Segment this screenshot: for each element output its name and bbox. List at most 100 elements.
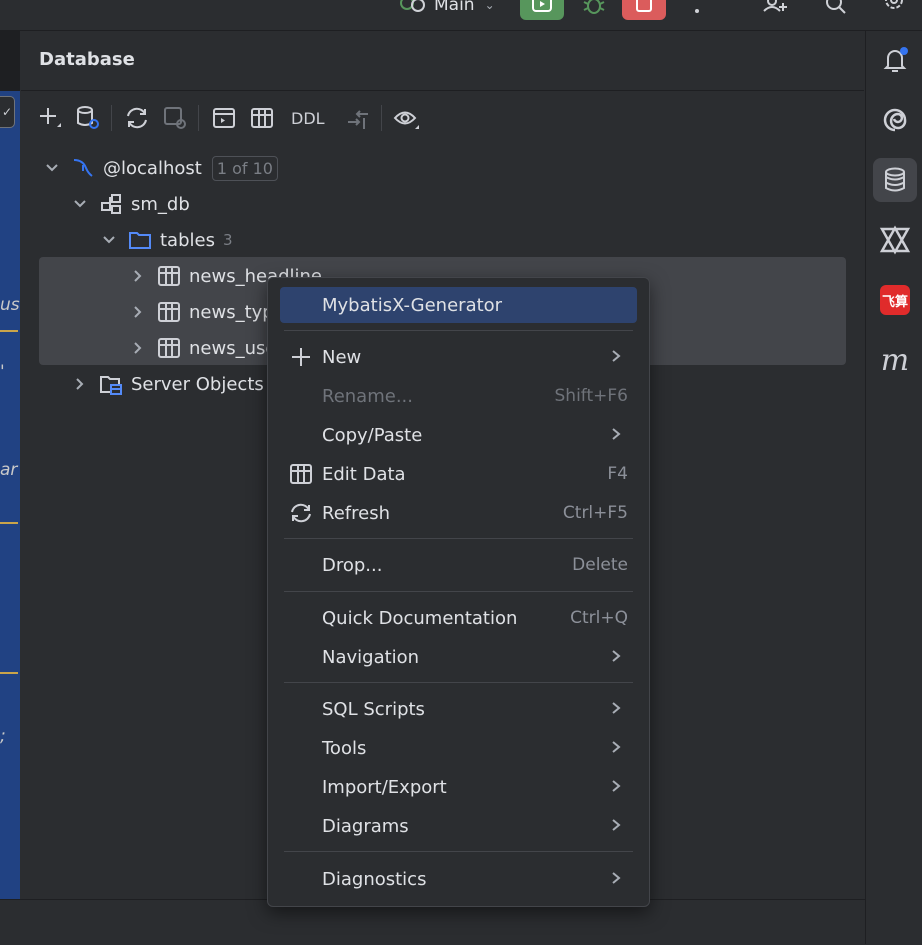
panel-title: Database xyxy=(39,49,135,70)
stop-icon xyxy=(636,0,652,12)
main-toolbar: Main ⌄ xyxy=(0,0,922,31)
chevron-right-icon[interactable] xyxy=(131,305,145,319)
chevron-right-icon xyxy=(611,347,621,368)
plus-icon xyxy=(289,345,313,369)
stop-refresh-button[interactable] xyxy=(160,103,190,133)
settings-button[interactable] xyxy=(880,0,908,20)
server-objects-label: Server Objects xyxy=(131,373,264,395)
folder-icon xyxy=(128,228,152,252)
menu-item-sql-scripts[interactable]: SQL Scripts xyxy=(280,691,637,727)
menu-item-import-export[interactable]: Import/Export xyxy=(280,769,637,805)
table-editor-button[interactable] xyxy=(247,103,277,133)
chevron-down-icon[interactable] xyxy=(73,197,87,211)
run-configuration-selector[interactable]: Main ⌄ xyxy=(398,0,495,18)
tree-node-schema[interactable]: sm_db xyxy=(73,186,190,222)
toolbar-separator xyxy=(380,105,382,131)
menu-item-rename[interactable]: Rename... Shift+F6 xyxy=(280,378,637,414)
query-console-button[interactable] xyxy=(209,103,239,133)
editor-underline xyxy=(0,672,18,674)
chevron-right-icon xyxy=(611,647,621,668)
server-objects-icon xyxy=(99,372,123,396)
maven-tool-button[interactable]: m xyxy=(873,338,917,382)
database-toolbar: DDL xyxy=(35,101,430,135)
spiral-icon xyxy=(883,108,907,132)
chevron-down-icon: ⌄ xyxy=(484,0,495,12)
search-button[interactable] xyxy=(822,0,850,20)
menu-item-shortcut: Ctrl+Q xyxy=(570,608,628,628)
chevron-right-icon xyxy=(611,816,621,837)
tree-node-server-objects[interactable]: Server Objects xyxy=(73,366,264,402)
menu-item-label: Rename... xyxy=(322,385,413,407)
menu-item-edit-data[interactable]: Edit Data F4 xyxy=(280,456,637,492)
menu-item-label: Diagnostics xyxy=(322,868,427,890)
menu-item-new[interactable]: New xyxy=(280,339,637,375)
menu-item-copy-paste[interactable]: Copy/Paste xyxy=(280,417,637,453)
tree-node-tables[interactable]: tables 3 xyxy=(102,222,233,258)
menu-item-quick-documentation[interactable]: Quick Documentation Ctrl+Q xyxy=(280,600,637,636)
plus-icon xyxy=(40,108,61,127)
editor-text-fragment: ; xyxy=(0,726,6,746)
database-icon xyxy=(885,167,905,192)
menu-item-drop[interactable]: Drop... Delete xyxy=(280,547,637,583)
menu-item-label: Navigation xyxy=(322,646,420,668)
chevron-right-icon[interactable] xyxy=(131,341,145,355)
chevron-right-icon xyxy=(611,869,621,890)
refresh-icon xyxy=(127,107,147,129)
toolbar-separator xyxy=(198,105,199,131)
editor-underline xyxy=(0,330,18,332)
editor-check-box[interactable]: ✓ xyxy=(0,96,15,128)
new-button[interactable] xyxy=(35,103,65,133)
menu-item-tools[interactable]: Tools xyxy=(280,730,637,766)
table-icon xyxy=(157,264,181,288)
ai-assistant-button[interactable] xyxy=(873,98,917,142)
menu-item-navigation[interactable]: Navigation xyxy=(280,639,637,675)
view-options-button[interactable] xyxy=(392,103,422,133)
menu-item-mybatisx-generator[interactable]: MybatisX-Generator xyxy=(280,287,637,323)
stop-button[interactable] xyxy=(622,0,666,20)
notifications-button[interactable] xyxy=(873,38,917,82)
menu-item-label: MybatisX-Generator xyxy=(322,294,503,316)
menu-separator xyxy=(284,682,633,683)
table-icon xyxy=(157,300,181,324)
table-icon xyxy=(251,108,273,128)
feishu-logo-icon: 飞算 xyxy=(880,285,910,315)
menu-item-refresh[interactable]: Refresh Ctrl+F5 xyxy=(280,495,637,531)
run-button[interactable] xyxy=(520,0,564,20)
compare-arrows-icon xyxy=(347,110,368,129)
debug-button[interactable] xyxy=(580,0,608,20)
plugin-tool-button[interactable] xyxy=(873,218,917,262)
menu-separator xyxy=(284,330,633,331)
tree-node-table[interactable]: news_type xyxy=(131,294,285,330)
more-vertical-icon xyxy=(695,9,699,13)
more-actions-button[interactable] xyxy=(683,0,711,20)
chevron-down-icon[interactable] xyxy=(45,161,59,175)
toolbar-separator xyxy=(111,105,112,131)
schema-icon xyxy=(99,192,123,216)
code-with-me-button[interactable] xyxy=(762,0,790,20)
console-icon xyxy=(213,108,235,128)
search-icon xyxy=(826,0,846,14)
refresh-icon xyxy=(289,501,313,525)
editor-code-area[interactable] xyxy=(0,91,20,899)
ddl-button[interactable]: DDL xyxy=(285,103,331,133)
feishu-tool-button[interactable]: 飞算 xyxy=(873,278,917,322)
menu-item-diagnostics[interactable]: Diagnostics xyxy=(280,861,637,897)
disconnect-icon xyxy=(164,107,186,129)
menu-item-diagrams[interactable]: Diagrams xyxy=(280,808,637,844)
host-label: @localhost xyxy=(103,157,202,179)
chevron-right-icon[interactable] xyxy=(73,377,87,391)
tree-node-host[interactable]: @localhost 1 of 10 xyxy=(45,150,278,186)
chevron-right-icon xyxy=(611,777,621,798)
database-settings-icon xyxy=(77,106,99,129)
schemas-count-badge[interactable]: 1 of 10 xyxy=(211,155,278,181)
data-source-properties-button[interactable] xyxy=(73,103,103,133)
table-icon xyxy=(157,336,181,360)
database-tool-button[interactable] xyxy=(873,158,917,202)
chevron-down-icon[interactable] xyxy=(102,233,116,247)
tree-node-table[interactable]: news_user xyxy=(131,330,284,366)
compare-button[interactable] xyxy=(343,103,373,133)
menu-item-shortcut: Delete xyxy=(572,555,628,575)
chevron-right-icon[interactable] xyxy=(131,269,145,283)
refresh-button[interactable] xyxy=(122,103,152,133)
editor-text-fragment: ar xyxy=(0,460,18,480)
